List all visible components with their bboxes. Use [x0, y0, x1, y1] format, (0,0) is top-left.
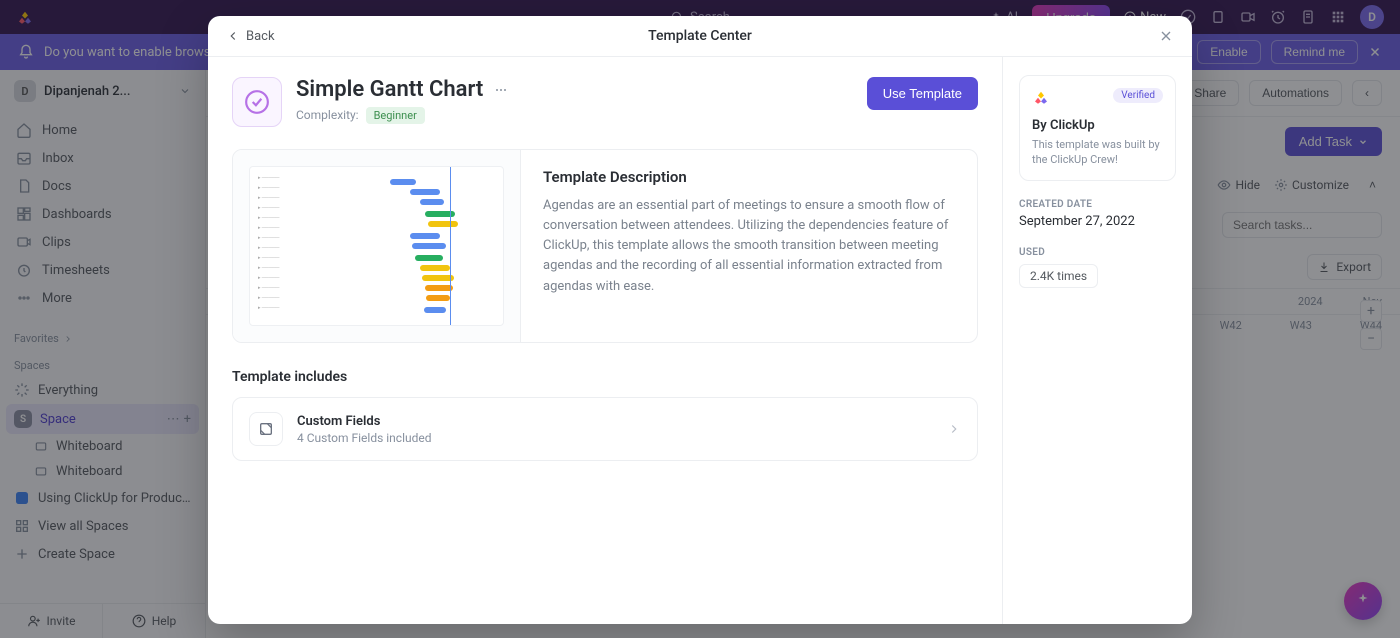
- clickup-logo-icon: [1032, 88, 1050, 106]
- modal-overlay: Back Template Center Simple Gantt Chart: [0, 0, 1400, 638]
- back-button[interactable]: Back: [226, 29, 275, 44]
- verified-badge: Verified: [1113, 88, 1163, 103]
- use-template-button[interactable]: Use Template: [867, 77, 978, 110]
- created-date-label: CREATED DATE: [1019, 199, 1176, 210]
- author-name: By ClickUp: [1032, 118, 1163, 133]
- includes-heading: Template includes: [232, 369, 978, 385]
- description-card: ▸ ─────▸ ─────▸ ─────▸ ─────▸ ─────▸ ───…: [232, 149, 978, 343]
- modal-title: Template Center: [648, 28, 752, 44]
- created-date-value: September 27, 2022: [1019, 214, 1176, 229]
- custom-fields-icon: [249, 412, 283, 446]
- include-subtitle: 4 Custom Fields included: [297, 431, 432, 445]
- chevron-right-icon: [947, 422, 961, 436]
- author-description: This template was built by the ClickUp C…: [1032, 137, 1163, 168]
- close-modal-icon[interactable]: [1158, 28, 1174, 44]
- check-circle-icon: [244, 89, 270, 115]
- complexity-badge: Beginner: [366, 107, 425, 124]
- template-preview: ▸ ─────▸ ─────▸ ─────▸ ─────▸ ─────▸ ───…: [233, 150, 521, 342]
- template-icon: [232, 77, 282, 127]
- used-label: USED: [1019, 247, 1176, 258]
- description-body: Agendas are an essential part of meeting…: [543, 196, 955, 297]
- description-heading: Template Description: [543, 168, 955, 186]
- used-value: 2.4K times: [1019, 264, 1098, 288]
- template-menu-icon[interactable]: [493, 82, 509, 98]
- template-name: Simple Gantt Chart: [296, 77, 483, 102]
- arrow-left-icon: [226, 29, 240, 43]
- template-center-modal: Back Template Center Simple Gantt Chart: [208, 16, 1192, 624]
- author-card: Verified By ClickUp This template was bu…: [1019, 75, 1176, 181]
- include-title: Custom Fields: [297, 414, 432, 429]
- include-custom-fields[interactable]: Custom Fields 4 Custom Fields included: [232, 397, 978, 461]
- complexity-label: Complexity:: [296, 108, 359, 122]
